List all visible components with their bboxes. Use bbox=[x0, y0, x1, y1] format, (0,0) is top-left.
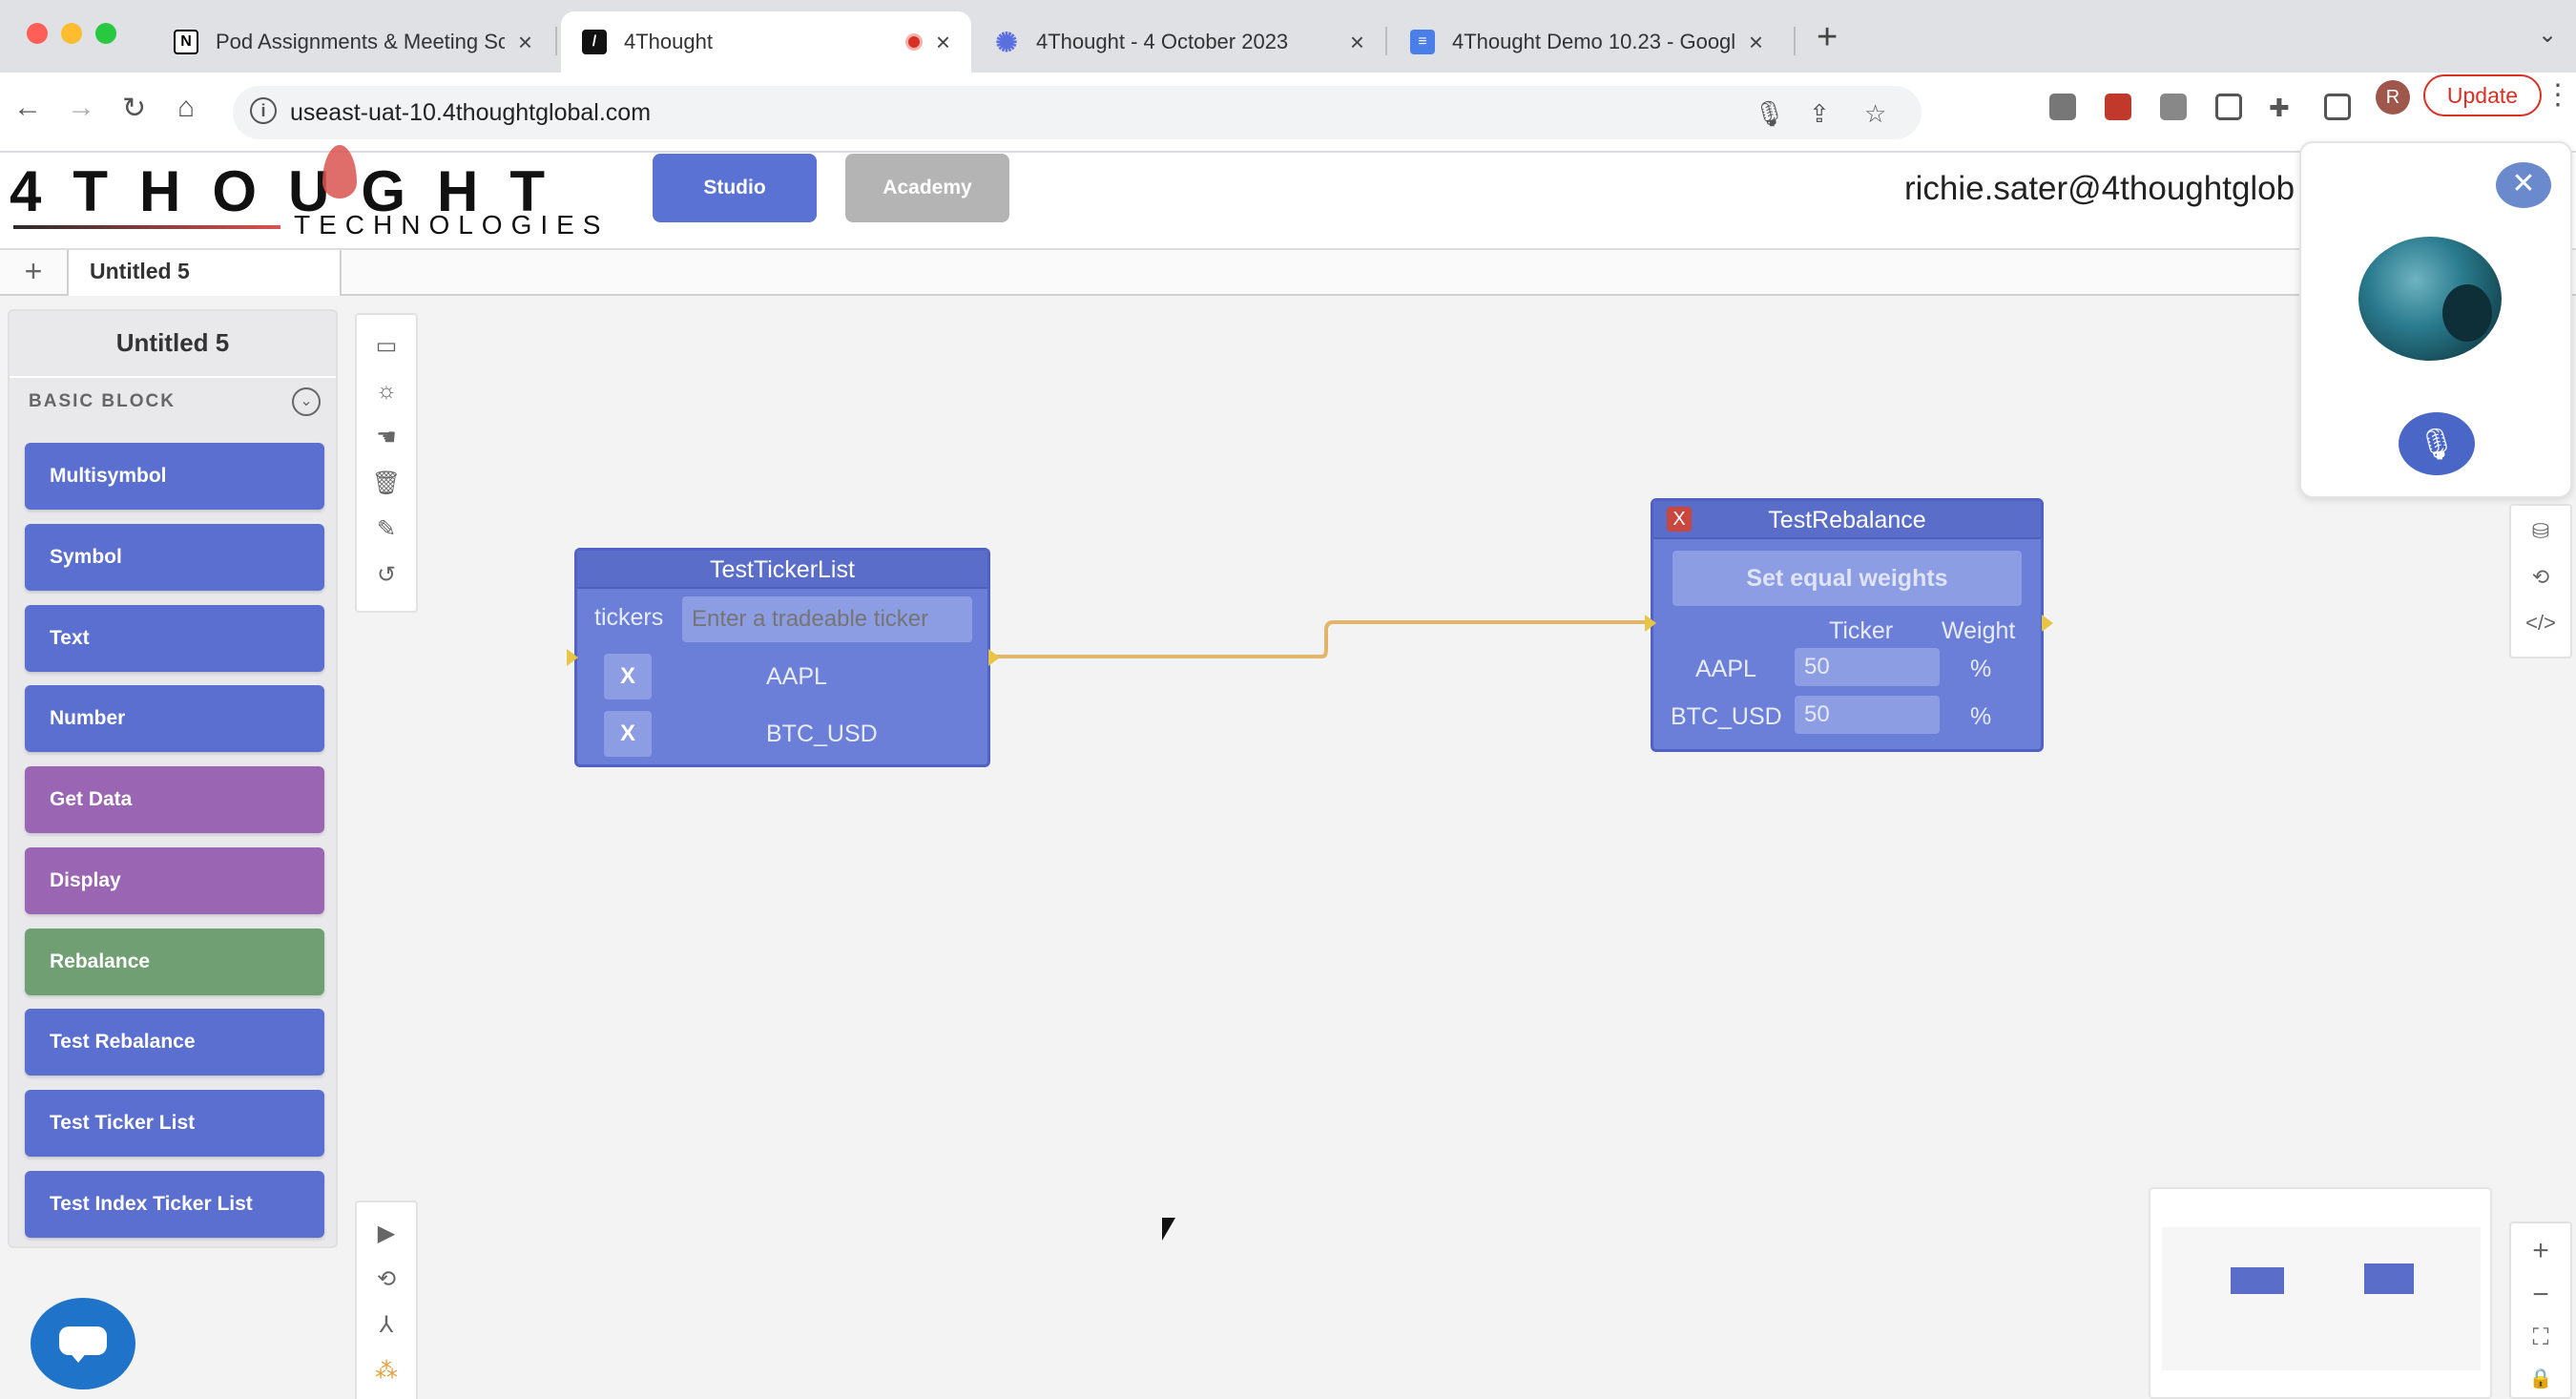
node-title[interactable]: TestTickerList bbox=[577, 551, 987, 589]
ticker-list-node[interactable]: TestTickerList tickers X AAPL X BTC_USD bbox=[574, 548, 990, 767]
rebalance-node[interactable]: TestRebalance X Set equal weights Ticker… bbox=[1651, 498, 2044, 752]
chat-bubble-tail bbox=[69, 1351, 88, 1363]
close-icon[interactable]: ✕ bbox=[2496, 162, 2551, 208]
input-port[interactable] bbox=[567, 649, 578, 666]
node-title[interactable]: TestRebalance bbox=[1653, 501, 2041, 539]
code-icon[interactable]: </> bbox=[2511, 611, 2570, 636]
ticker-column-header: Ticker bbox=[1829, 617, 1894, 644]
percent-unit: % bbox=[1970, 703, 1992, 730]
set-equal-weights-button[interactable]: Set equal weights bbox=[1672, 551, 2022, 606]
weight-input[interactable]: 50 bbox=[1795, 696, 1940, 734]
save-icon[interactable]: ⛁ bbox=[2511, 519, 2570, 544]
remove-ticker-button[interactable]: X bbox=[604, 711, 652, 757]
fit-view-icon[interactable]: ⛶ bbox=[2511, 1325, 2570, 1351]
microphone-off-icon[interactable]: 🎙 bbox=[2399, 412, 2475, 475]
chat-button[interactable] bbox=[31, 1298, 135, 1389]
output-port[interactable] bbox=[2042, 615, 2053, 632]
right-tool-strip: ⛁ ⟲ </> bbox=[2509, 504, 2572, 658]
zoom-in-icon[interactable]: + bbox=[2511, 1235, 2570, 1267]
minimap-node bbox=[2231, 1267, 2284, 1294]
call-avatar-orb bbox=[2358, 237, 2502, 361]
lock-icon[interactable]: 🔒 bbox=[2511, 1367, 2570, 1390]
percent-unit: % bbox=[1970, 656, 1992, 682]
close-node-button[interactable]: X bbox=[1667, 507, 1692, 532]
minimap-node bbox=[2364, 1263, 2414, 1294]
input-port[interactable] bbox=[1645, 615, 1656, 632]
minimap-viewport[interactable] bbox=[2162, 1227, 2481, 1370]
minimap[interactable] bbox=[2149, 1187, 2492, 1399]
ticker-item: AAPL bbox=[766, 663, 827, 690]
output-port[interactable] bbox=[988, 649, 1000, 666]
remove-ticker-button[interactable]: X bbox=[604, 654, 652, 700]
weight-input[interactable]: 50 bbox=[1795, 648, 1940, 686]
restore-icon[interactable]: ⟲ bbox=[2511, 565, 2570, 590]
tickers-label: tickers bbox=[594, 604, 664, 631]
zoom-out-icon[interactable]: − bbox=[2511, 1279, 2570, 1311]
mouse-cursor bbox=[1162, 1218, 1175, 1241]
row-ticker: AAPL bbox=[1695, 656, 1756, 682]
weight-column-header: Weight bbox=[1942, 617, 2016, 644]
orb-shadow bbox=[2442, 284, 2492, 342]
video-call-panel: ✕ 🎙 bbox=[2299, 141, 2572, 498]
row-ticker: BTC_USD bbox=[1671, 703, 1782, 730]
zoom-controls: + − ⛶ 🔒 bbox=[2509, 1222, 2572, 1399]
ticker-item: BTC_USD bbox=[766, 720, 878, 747]
ticker-input[interactable] bbox=[682, 596, 972, 642]
